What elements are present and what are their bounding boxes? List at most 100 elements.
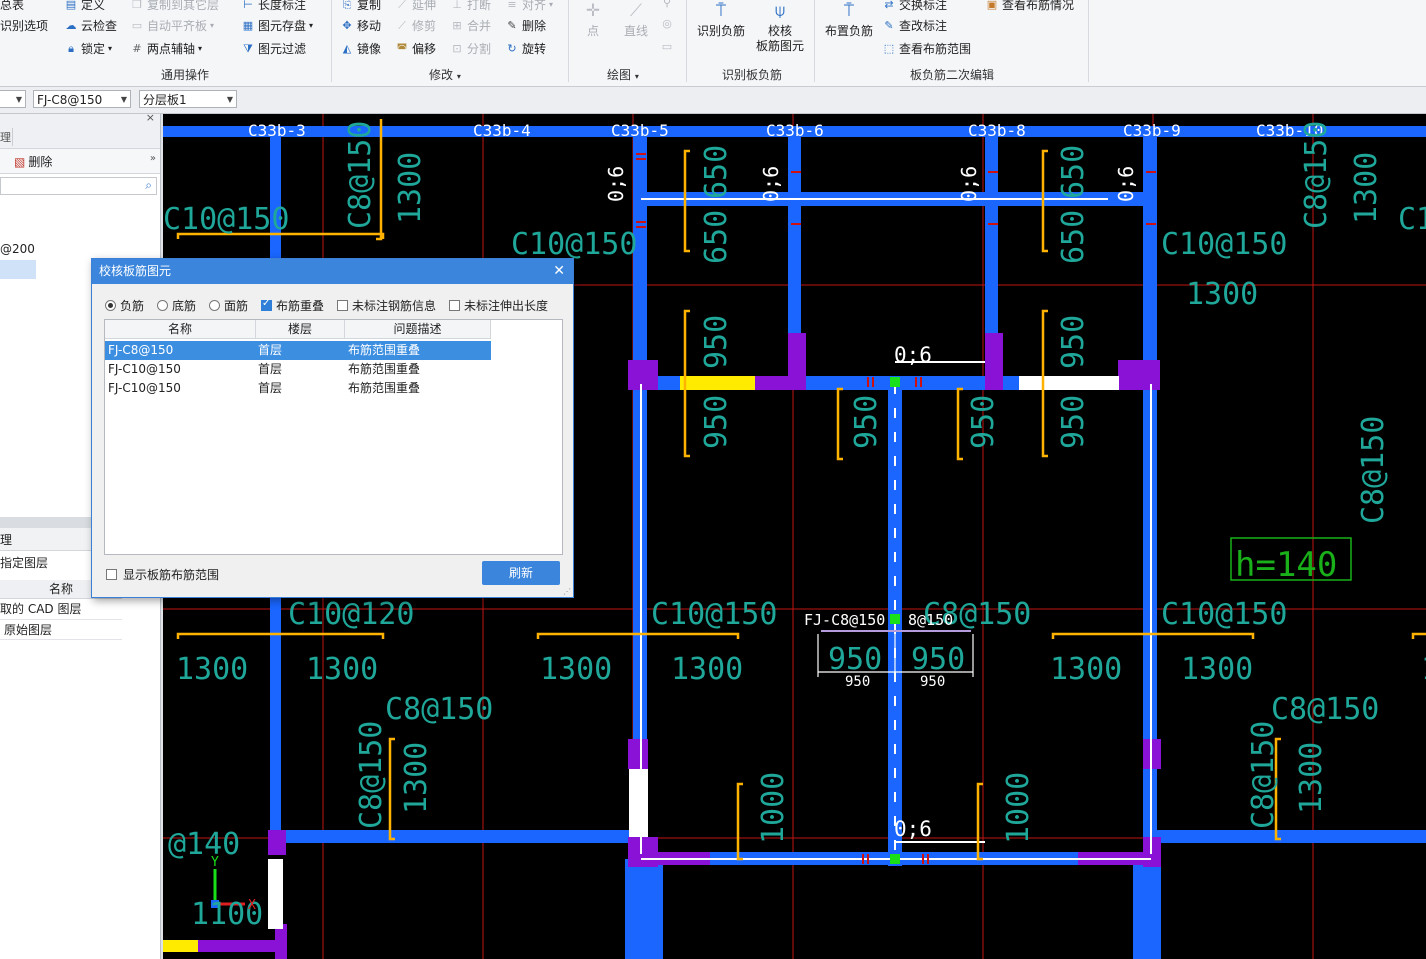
move-button[interactable]: ✥ 移动	[340, 17, 381, 34]
ribbon-summary[interactable]: 总表	[0, 0, 24, 13]
col-header-name[interactable]: 名称	[105, 320, 256, 339]
draw-extra-3[interactable]: ▭	[660, 40, 674, 53]
identify-negative-rebar-button[interactable]: ⍑ 识别负筋	[693, 0, 749, 39]
recognize-options-label: 识别选项	[0, 19, 49, 33]
cell-floor: 首层	[258, 381, 283, 395]
place-negative-rebar-button[interactable]: ⍑ 布置负筋	[821, 0, 877, 39]
panel-search-input[interactable]: ⌕	[0, 177, 157, 195]
col-header-floor[interactable]: 楼层	[256, 320, 345, 339]
type-selector[interactable]: ▼	[0, 90, 26, 108]
show-range-checkbox[interactable]: 显示板筋布筋范围	[106, 566, 219, 583]
split-button[interactable]: ⊡ 分割	[450, 40, 491, 57]
col-header-desc[interactable]: 问题描述	[345, 320, 491, 339]
checkbox-icon[interactable]	[449, 300, 460, 311]
define-icon: ▤	[65, 0, 77, 11]
layer-selector[interactable]: 分层板1 ▼	[139, 90, 237, 108]
axis-y-label: Y	[211, 855, 219, 870]
filter-element-button[interactable]: ⧩ 图元过滤	[241, 40, 306, 57]
layer-row[interactable]: 取的 CAD 图层	[0, 599, 122, 620]
checkbox-no-info[interactable]: 未标注钢筋信息	[337, 297, 436, 314]
checkbox-icon[interactable]	[337, 300, 348, 311]
radio-negative[interactable]: 负筋	[105, 297, 144, 314]
point-button[interactable]: ✛ 点	[578, 0, 608, 39]
dimension-label: 950	[849, 395, 884, 449]
copy-to-layer-button[interactable]: ❐ 复制到其它层	[130, 0, 219, 13]
table-row[interactable]: FJ-C10@150 首层 布筋范围重叠	[105, 360, 491, 379]
checkbox-no-ext[interactable]: 未标注伸出长度	[449, 297, 548, 314]
panel-delete-button[interactable]: ▧ 删除	[14, 153, 52, 170]
delete-button[interactable]: ✎ 删除	[505, 17, 546, 34]
rebar-selector[interactable]: FJ-C8@150 ▼	[33, 90, 131, 108]
tree-item[interactable]: @200	[0, 242, 35, 256]
refresh-button[interactable]: 刷新	[482, 561, 560, 585]
axis-label: C33b-5	[611, 121, 669, 140]
table-row[interactable]: FJ-C10@150 首层 布筋范围重叠	[105, 379, 491, 398]
dialog-titlebar: 校核板筋图元 ✕	[92, 259, 573, 284]
offset-button[interactable]: ◚ 偏移	[395, 40, 436, 57]
view-range-button[interactable]: ⬚ 查看布筋范围	[882, 40, 971, 57]
rebar-spec-label: 0;6	[894, 817, 932, 841]
close-icon[interactable]: ×	[146, 111, 155, 124]
checkbox-overlap[interactable]: 布筋重叠	[261, 297, 324, 314]
save-element-button[interactable]: ▦ 图元存盘 ▾	[241, 17, 313, 34]
line-button[interactable]: ⟋ 直线	[618, 0, 654, 39]
rebar-selector-value: FJ-C8@150	[37, 93, 103, 107]
rotate-button[interactable]: ↻ 旋转	[505, 40, 546, 57]
checkbox-icon[interactable]	[261, 298, 272, 311]
rebar-label: C8@150	[343, 121, 378, 229]
search-icon[interactable]: ⌕	[145, 178, 152, 193]
copy-button[interactable]: ⎘ 复制	[340, 0, 381, 13]
two-point-axis-button[interactable]: # 两点辅轴 ▾	[130, 40, 202, 57]
copy-layer-icon: ❐	[132, 0, 142, 11]
dimension-label: 1300	[306, 652, 378, 687]
copy-icon: ⎘	[342, 0, 352, 11]
radio-icon[interactable]	[105, 300, 116, 311]
layer-row[interactable]: 原始图层	[0, 620, 122, 640]
more-icon[interactable]: »	[150, 153, 156, 164]
lock-button[interactable]: 🔒︎ 锁定 ▾	[64, 40, 112, 57]
length-mark-button[interactable]: ⊢ 长度标注	[241, 0, 306, 13]
draw-extra-1[interactable]: ⚲	[660, 0, 674, 9]
break-button[interactable]: ⊥ 打断	[450, 0, 491, 13]
chevron-down-icon: ▾	[456, 72, 461, 81]
view-neg-button[interactable]: ▣ 查看布筋情况	[985, 0, 1074, 13]
checkbox-icon[interactable]	[106, 569, 117, 580]
mirror-button[interactable]: ◭ 镜像	[340, 40, 381, 57]
auto-align-button[interactable]: ▭ 自动平齐板 ▾	[130, 17, 214, 34]
edit-mark-button[interactable]: ✎ 查改标注	[882, 17, 947, 34]
align-button[interactable]: ≡ 对齐 ▾	[505, 0, 553, 13]
trim-button[interactable]: ⟋ 修剪	[395, 17, 436, 34]
table-row[interactable]: FJ-C8@150 首层 布筋范围重叠	[105, 341, 491, 360]
merge-button[interactable]: ⊞ 合并	[450, 17, 491, 34]
chevron-down-icon: ▼	[226, 95, 233, 104]
draw-label: 绘图	[607, 68, 632, 82]
resize-grip-icon[interactable]: ⋰	[563, 587, 571, 596]
radio-icon[interactable]	[157, 300, 168, 311]
tree-item-selected[interactable]	[0, 260, 36, 279]
swap-mark-button[interactable]: ⇄ 交换标注	[882, 0, 947, 13]
chevron-down-icon: ▾	[549, 0, 554, 9]
auto-align-icon: ▭	[131, 19, 143, 32]
radio-icon[interactable]	[209, 300, 220, 311]
define-button[interactable]: ▤ 定义	[64, 0, 105, 13]
dimension-label: 1300	[1294, 742, 1329, 814]
radio-negative-label: 负筋	[120, 299, 145, 313]
split-label: 分割	[467, 42, 492, 56]
tab-fragment[interactable]: 理	[0, 129, 11, 145]
ribbon-recognize-options[interactable]: 识别选项	[0, 17, 48, 34]
check-slab-rebar-button[interactable]: ⍦ 校核 板筋图元	[752, 0, 808, 54]
draw-extra-2[interactable]: ◎	[660, 17, 674, 30]
close-icon[interactable]: ✕	[553, 259, 565, 284]
extend-button[interactable]: ⟋ 延伸	[395, 0, 436, 13]
radio-bottom[interactable]: 底筋	[157, 297, 196, 314]
assign-layer-button[interactable]: 指定图层	[0, 554, 48, 571]
identify-neg-label: 识别负筋	[696, 24, 745, 38]
radio-face[interactable]: 面筋	[209, 297, 248, 314]
cloud-check-button[interactable]: ☁ 云检查	[64, 17, 118, 34]
cell-desc: 布筋范围重叠	[348, 343, 421, 357]
dimension-label: 950	[828, 642, 882, 677]
offset-icon: ◚	[396, 42, 408, 55]
dimension-label: 1300	[1181, 652, 1253, 687]
modify-label: 修改	[429, 68, 454, 82]
split-icon: ⊡	[452, 42, 462, 55]
